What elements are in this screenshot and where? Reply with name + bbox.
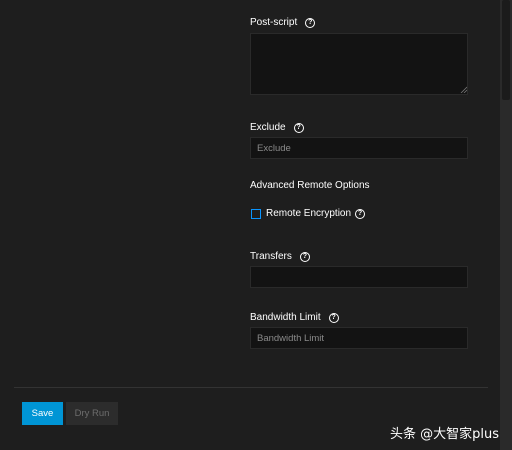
help-icon[interactable]: ?: [293, 122, 304, 133]
settings-panel: Post-script ? Exclude ? Advanced Remote …: [0, 0, 500, 450]
watermark: 头条 @大智家plus: [390, 427, 500, 442]
scrollbar[interactable]: [500, 0, 512, 450]
exclude-label: Exclude ?: [250, 122, 304, 133]
transfers-input[interactable]: [250, 266, 468, 288]
bandwidth-limit-label-text: Bandwidth Limit: [250, 312, 321, 323]
help-icon[interactable]: ?: [328, 312, 339, 323]
exclude-label-text: Exclude: [250, 122, 286, 133]
help-icon[interactable]: ?: [355, 208, 366, 219]
divider: [14, 387, 488, 388]
help-icon[interactable]: ?: [305, 17, 316, 28]
post-script-textarea[interactable]: [250, 33, 468, 95]
save-button[interactable]: Save: [22, 402, 63, 425]
transfers-label-text: Transfers: [250, 251, 292, 262]
bandwidth-limit-label: Bandwidth Limit ?: [250, 312, 339, 323]
remote-encryption-label[interactable]: Remote Encryption ?: [266, 208, 366, 219]
post-script-label: Post-script ?: [250, 17, 316, 28]
post-script-label-text: Post-script: [250, 17, 298, 28]
help-icon[interactable]: ?: [299, 251, 310, 262]
remote-encryption-label-text: Remote Encryption: [266, 208, 352, 219]
bandwidth-limit-input[interactable]: [250, 327, 468, 349]
resize-handle-icon[interactable]: [460, 86, 467, 93]
scrollbar-thumb[interactable]: [502, 0, 510, 100]
advanced-remote-options-heading: Advanced Remote Options: [250, 180, 370, 191]
remote-encryption-checkbox[interactable]: [251, 209, 261, 219]
transfers-label: Transfers ?: [250, 251, 310, 262]
dry-run-button[interactable]: Dry Run: [66, 402, 118, 425]
exclude-input[interactable]: [250, 137, 468, 159]
